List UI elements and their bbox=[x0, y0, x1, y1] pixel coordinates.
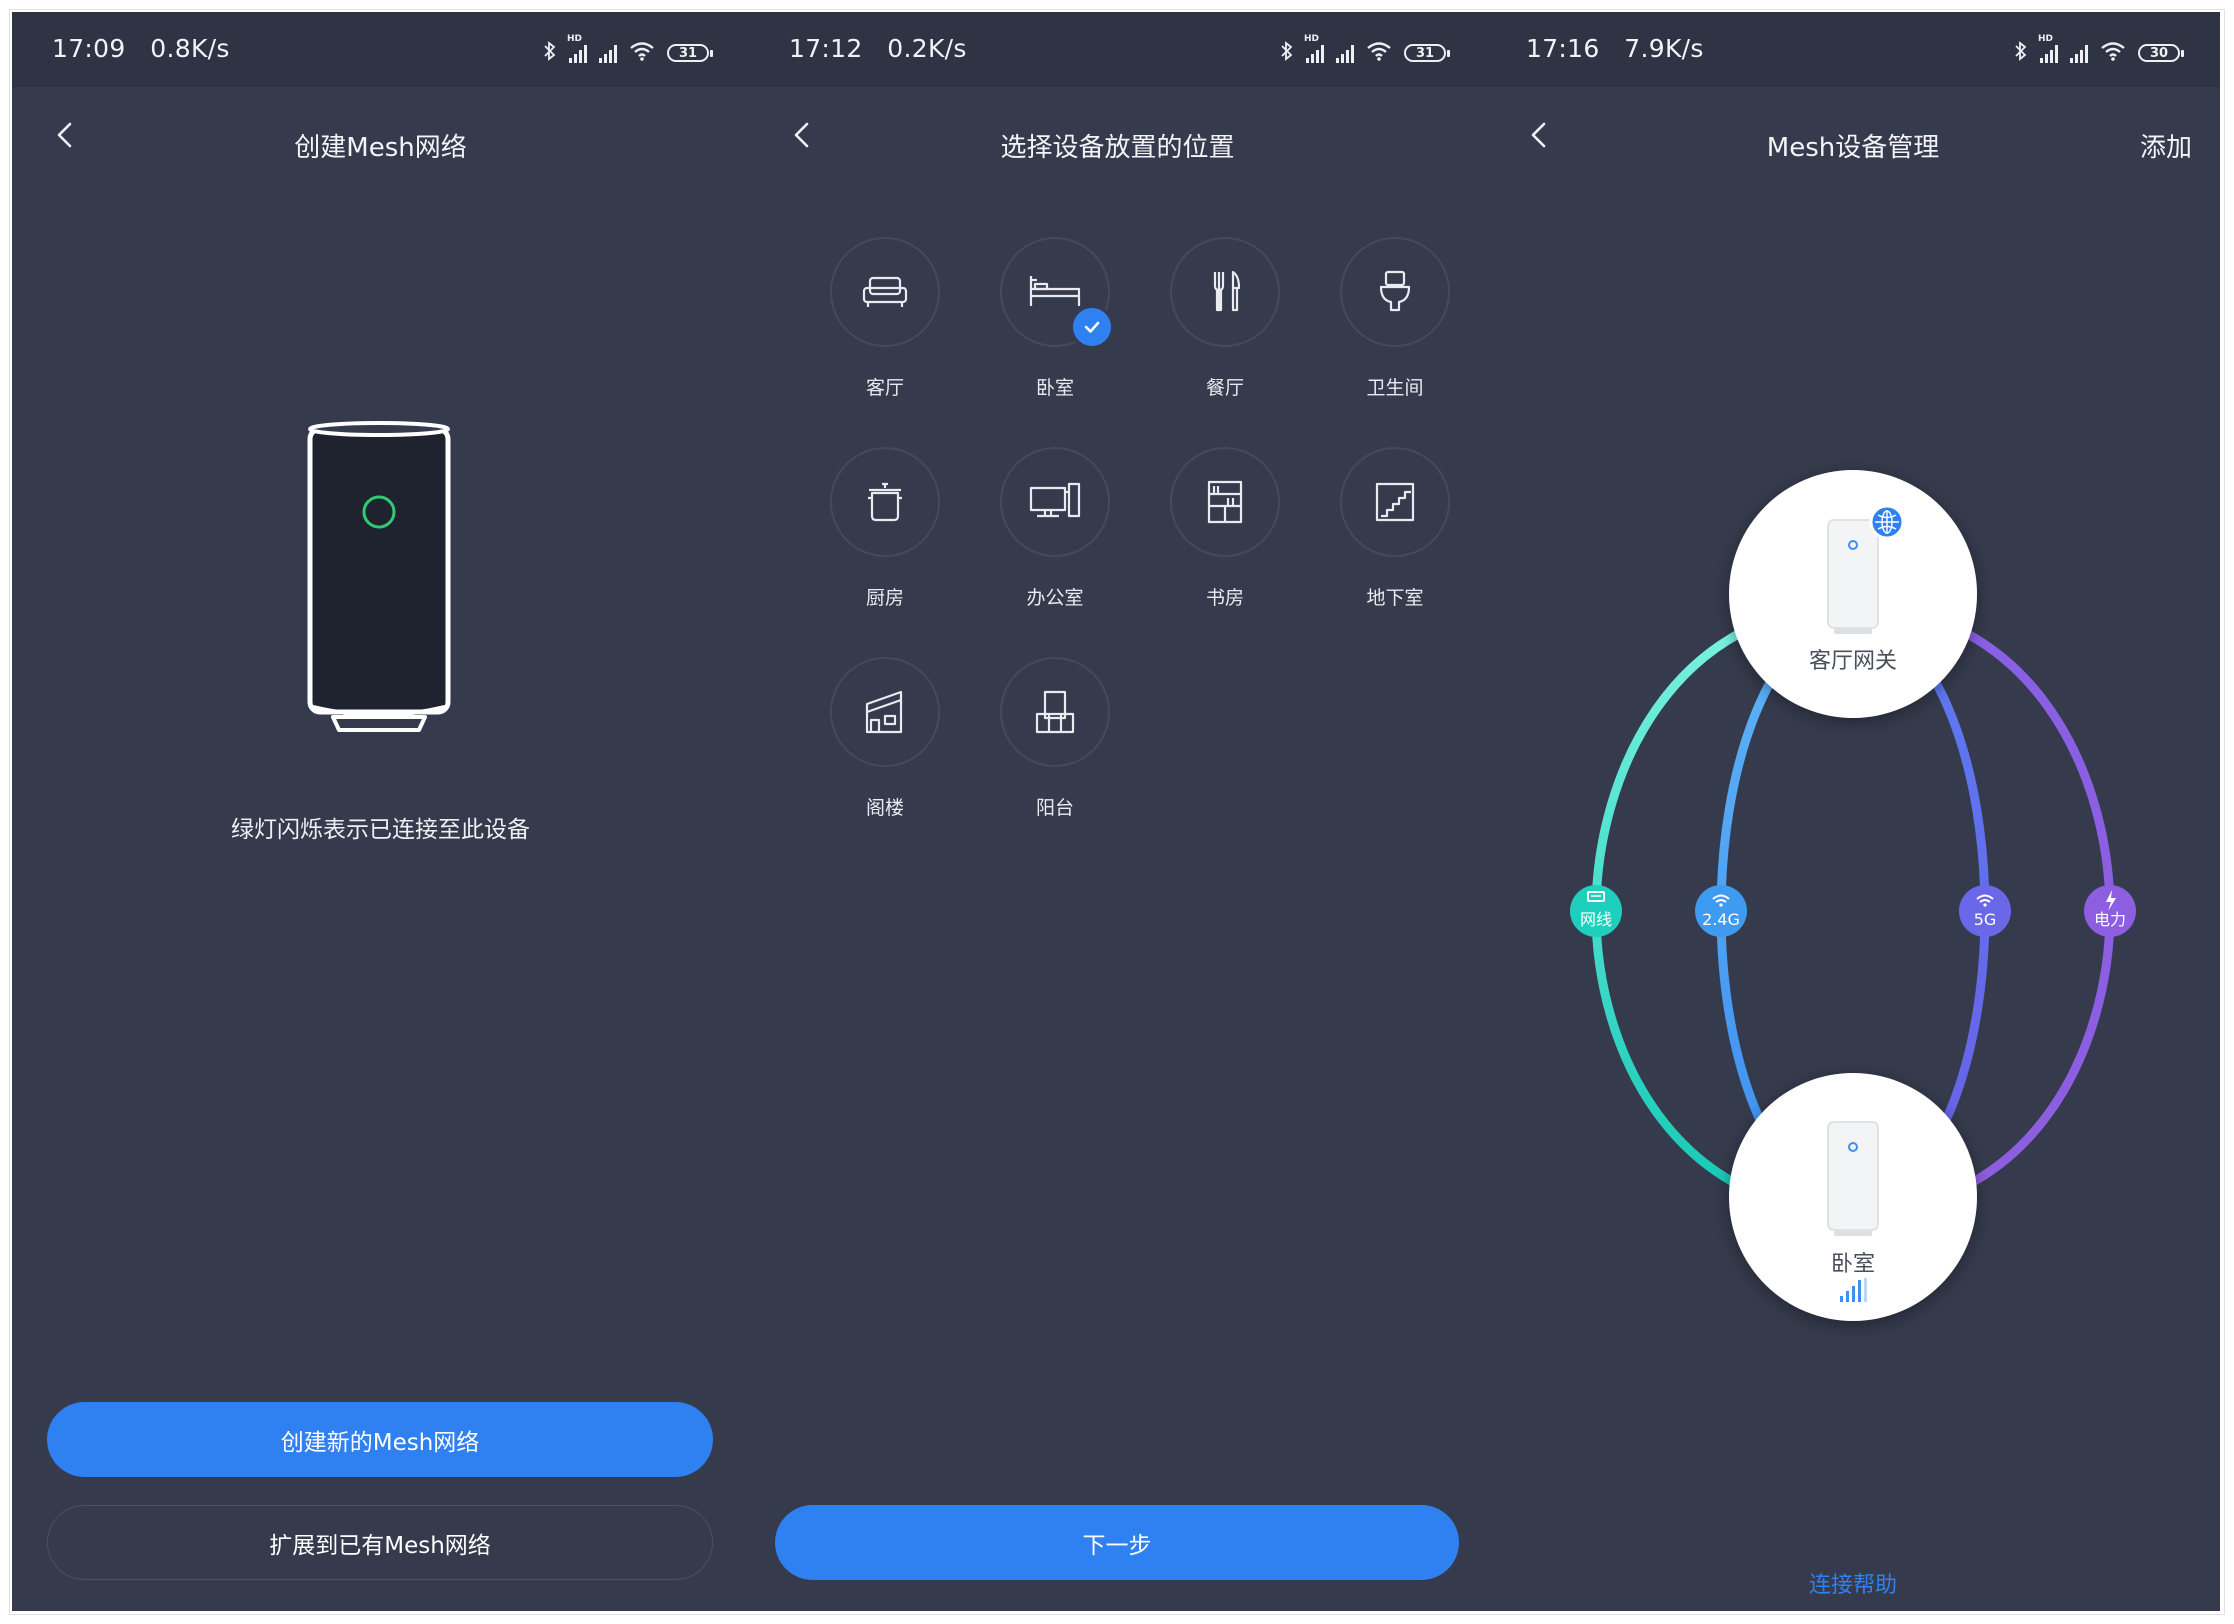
location-label: 阁楼 bbox=[865, 797, 904, 819]
selected-check-icon bbox=[1070, 305, 1114, 349]
status-icons: HD 31 bbox=[543, 34, 713, 68]
toilet-icon bbox=[1379, 270, 1411, 312]
location-balcony[interactable]: 阳台 bbox=[980, 657, 1130, 820]
status-bar: 17:09 0.8K/s HD 31 bbox=[12, 12, 749, 87]
nav-bar: 选择设备放置的位置 bbox=[749, 87, 1486, 187]
location-bedroom[interactable]: 卧室 bbox=[980, 237, 1130, 400]
node-bedroom[interactable]: 卧室 bbox=[1729, 1073, 1977, 1321]
bluetooth-icon bbox=[1280, 40, 1294, 66]
location-attic[interactable]: 阁楼 bbox=[810, 657, 960, 820]
location-icon-circle bbox=[1000, 447, 1110, 557]
screen-create-mesh: 17:09 0.8K/s HD 31 创建Mesh网络 绿灯闪烁表示已连接至此设… bbox=[12, 12, 749, 1611]
mesh-topology: 网线 2.4G 5G 电力 客厅网关 卧室 bbox=[1570, 470, 2136, 1321]
location-label: 餐厅 bbox=[1205, 377, 1244, 399]
extend-mesh-button[interactable]: 扩展到已有Mesh网络 bbox=[47, 1505, 713, 1580]
location-label: 地下室 bbox=[1366, 587, 1424, 609]
location-icon-circle bbox=[830, 657, 940, 767]
wifi-icon bbox=[1366, 41, 1392, 65]
location-office[interactable]: 办公室 bbox=[980, 447, 1130, 610]
svg-text:2.4G: 2.4G bbox=[1702, 910, 1740, 929]
wifi-icon bbox=[629, 41, 655, 65]
cutlery-icon bbox=[1213, 270, 1241, 312]
router-icon bbox=[1827, 519, 1879, 634]
location-icon-circle bbox=[1340, 237, 1450, 347]
bookshelf-icon bbox=[1207, 480, 1243, 524]
node-gateway[interactable]: 客厅网关 bbox=[1729, 470, 1977, 718]
node-label: 客厅网关 bbox=[1809, 649, 1897, 674]
badge-power: 电力 bbox=[2084, 885, 2136, 937]
signal-hd-icon: HD bbox=[567, 34, 587, 63]
location-label: 阳台 bbox=[1035, 797, 1074, 819]
location-bathroom[interactable]: 卫生间 bbox=[1320, 237, 1470, 400]
screen-mesh-management: 17:16 7.9K/s HD 30 Mesh设备管理 添加 网线 2.4G 5… bbox=[1486, 12, 2220, 1611]
location-label: 客厅 bbox=[865, 377, 904, 399]
router-illustration bbox=[295, 407, 465, 756]
badge-5g: 5G bbox=[1959, 885, 2011, 937]
led-hint-text: 绿灯闪烁表示已连接至此设备 bbox=[231, 817, 530, 843]
location-icon-circle bbox=[1170, 237, 1280, 347]
signal-icon bbox=[599, 43, 617, 63]
badge-ethernet: 网线 bbox=[1570, 885, 1622, 937]
page-title: 创建Mesh网络 bbox=[294, 133, 467, 163]
location-icon-circle bbox=[1340, 447, 1450, 557]
page-title: 选择设备放置的位置 bbox=[1000, 133, 1235, 163]
location-living-room[interactable]: 客厅 bbox=[810, 237, 960, 400]
balcony-icon bbox=[1035, 690, 1075, 734]
signal-icon bbox=[1336, 43, 1354, 63]
attic-icon bbox=[865, 690, 903, 734]
location-label: 卫生间 bbox=[1366, 377, 1424, 399]
location-kitchen[interactable]: 厨房 bbox=[810, 447, 960, 610]
location-icon-circle bbox=[1000, 237, 1114, 349]
location-icon-circle bbox=[1170, 447, 1280, 557]
node-label: 卧室 bbox=[1831, 1252, 1875, 1277]
connection-help-link[interactable]: 连接帮助 bbox=[1486, 1567, 2220, 1599]
location-dining-room[interactable]: 餐厅 bbox=[1150, 237, 1300, 400]
location-icon-circle bbox=[830, 447, 940, 557]
bluetooth-icon bbox=[543, 40, 557, 66]
svg-text:电力: 电力 bbox=[2094, 910, 2126, 929]
location-label: 卧室 bbox=[1035, 377, 1074, 399]
status-time-speed: 17:12 0.2K/s bbox=[789, 34, 967, 63]
nav-bar: 创建Mesh网络 bbox=[12, 87, 749, 187]
location-label: 厨房 bbox=[865, 587, 904, 609]
signal-hd-icon: HD bbox=[1304, 34, 1324, 63]
status-bar: 17:12 0.2K/s HD 31 bbox=[749, 12, 1486, 87]
location-study[interactable]: 书房 bbox=[1150, 447, 1300, 610]
next-step-button[interactable]: 下一步 bbox=[775, 1505, 1459, 1580]
svg-text:网线: 网线 bbox=[1580, 910, 1612, 929]
svg-text:5G: 5G bbox=[1974, 910, 1997, 929]
status-time-speed: 17:09 0.8K/s bbox=[52, 34, 230, 63]
stairs-icon bbox=[1375, 482, 1415, 522]
location-icon-circle bbox=[830, 237, 940, 347]
screen-select-location: 17:12 0.2K/s HD 31 选择设备放置的位置 客厅 卧室 餐厅 卫生… bbox=[749, 12, 1486, 1611]
sofa-icon bbox=[862, 276, 908, 307]
globe-icon bbox=[1869, 504, 1905, 540]
location-icon-circle bbox=[1000, 657, 1110, 767]
badge-2g: 2.4G bbox=[1695, 885, 1747, 937]
location-label: 书房 bbox=[1205, 587, 1244, 609]
pot-icon bbox=[868, 482, 902, 522]
location-label: 办公室 bbox=[1026, 587, 1084, 609]
status-icons: HD 31 bbox=[1280, 34, 1450, 68]
battery-icon: 31 bbox=[667, 44, 713, 62]
create-mesh-button[interactable]: 创建新的Mesh网络 bbox=[47, 1402, 713, 1477]
battery-icon: 31 bbox=[1404, 44, 1450, 62]
router-icon bbox=[1827, 1121, 1879, 1236]
location-basement[interactable]: 地下室 bbox=[1320, 447, 1470, 610]
computer-icon bbox=[1029, 482, 1081, 518]
